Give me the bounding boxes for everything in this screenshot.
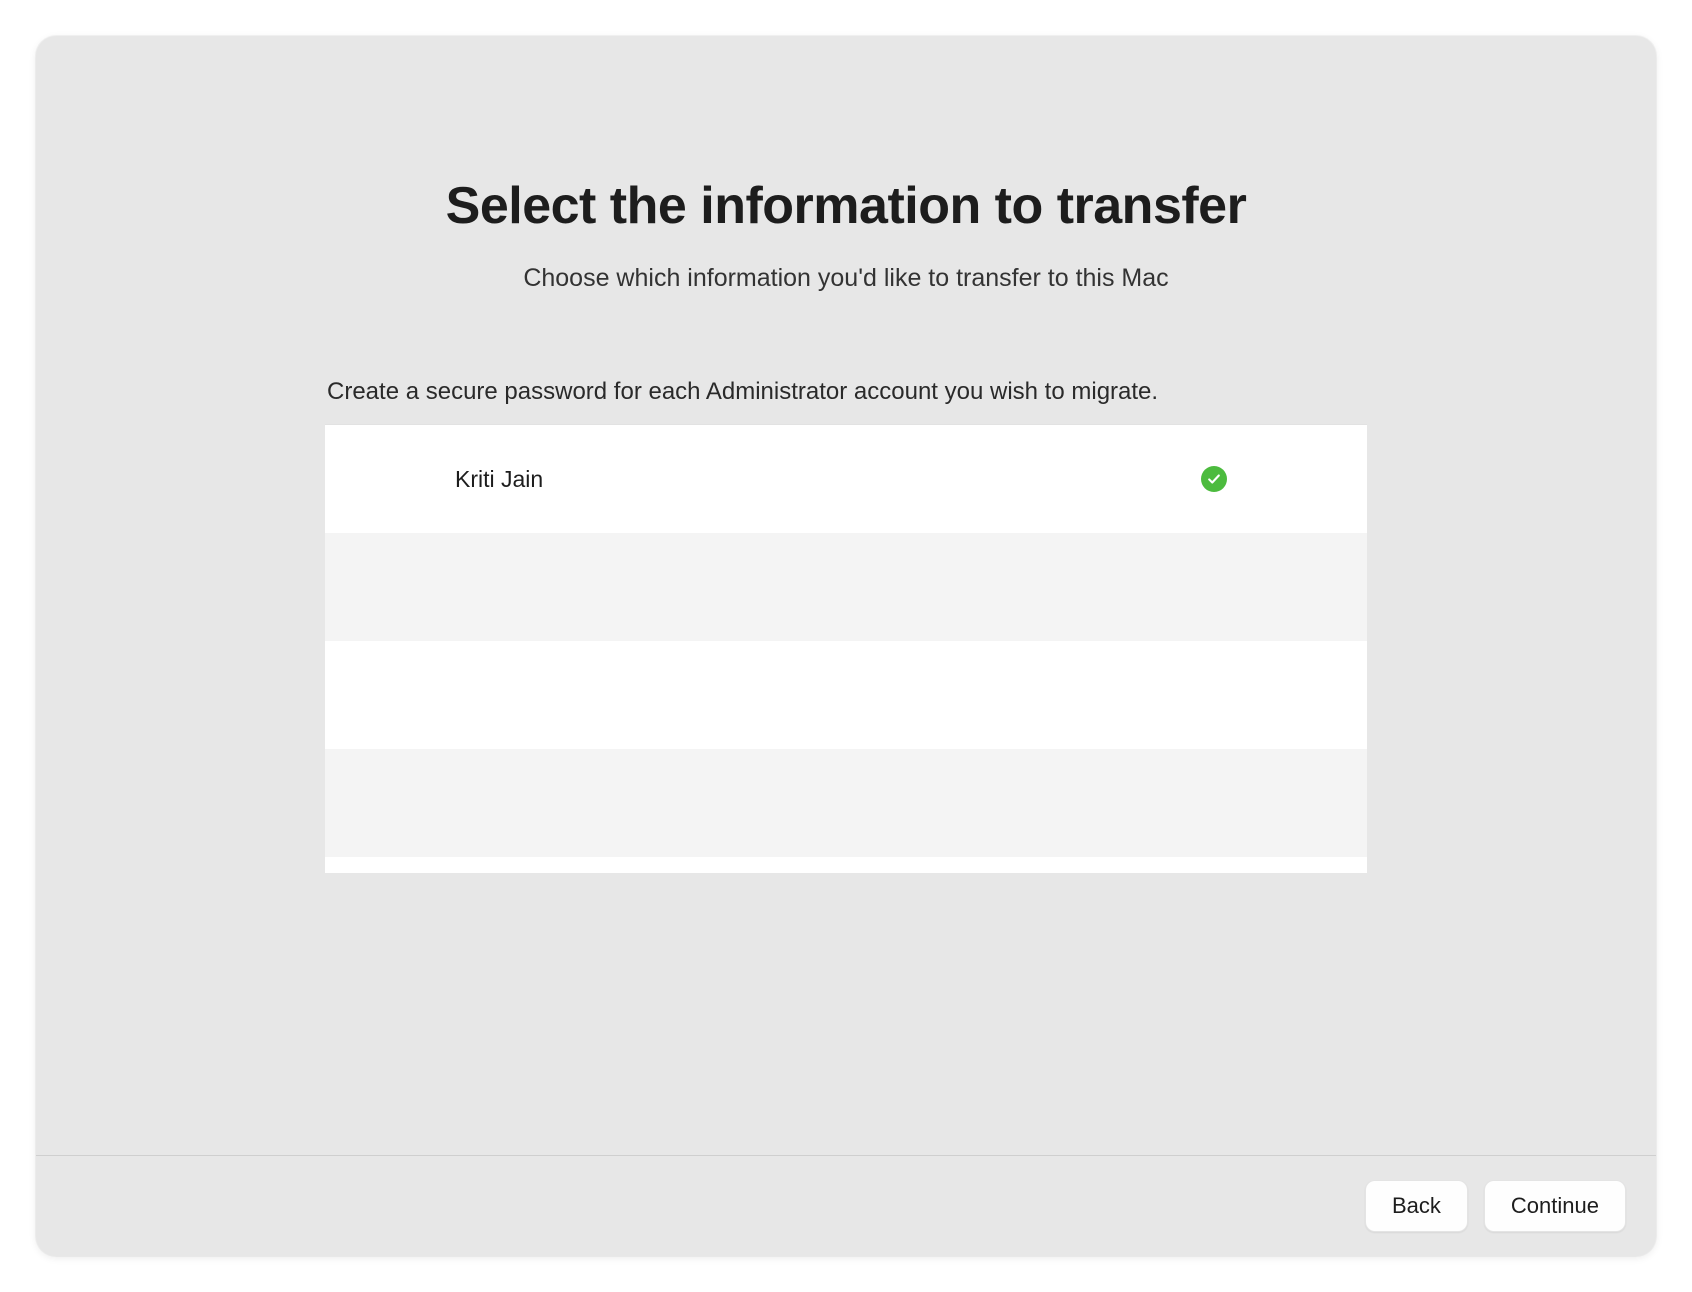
content-area: Select the information to transfer Choos… [36, 36, 1656, 1155]
account-row[interactable] [325, 749, 1367, 857]
account-row[interactable]: Kriti Jain [325, 425, 1367, 533]
instruction-text: Create a secure password for each Admini… [325, 378, 1367, 406]
accounts-list: Kriti Jain [325, 424, 1367, 873]
account-row[interactable] [325, 641, 1367, 749]
account-name: Kriti Jain [455, 466, 1201, 493]
back-button[interactable]: Back [1365, 1180, 1468, 1232]
page-subtitle: Choose which information you'd like to t… [523, 264, 1168, 293]
continue-button[interactable]: Continue [1484, 1180, 1626, 1232]
checkmark-icon [1201, 466, 1227, 492]
footer-bar: Back Continue [36, 1155, 1656, 1256]
list-end-spacer [325, 857, 1367, 873]
account-row[interactable] [325, 533, 1367, 641]
page-title: Select the information to transfer [446, 176, 1247, 236]
migration-window: Select the information to transfer Choos… [36, 36, 1656, 1256]
